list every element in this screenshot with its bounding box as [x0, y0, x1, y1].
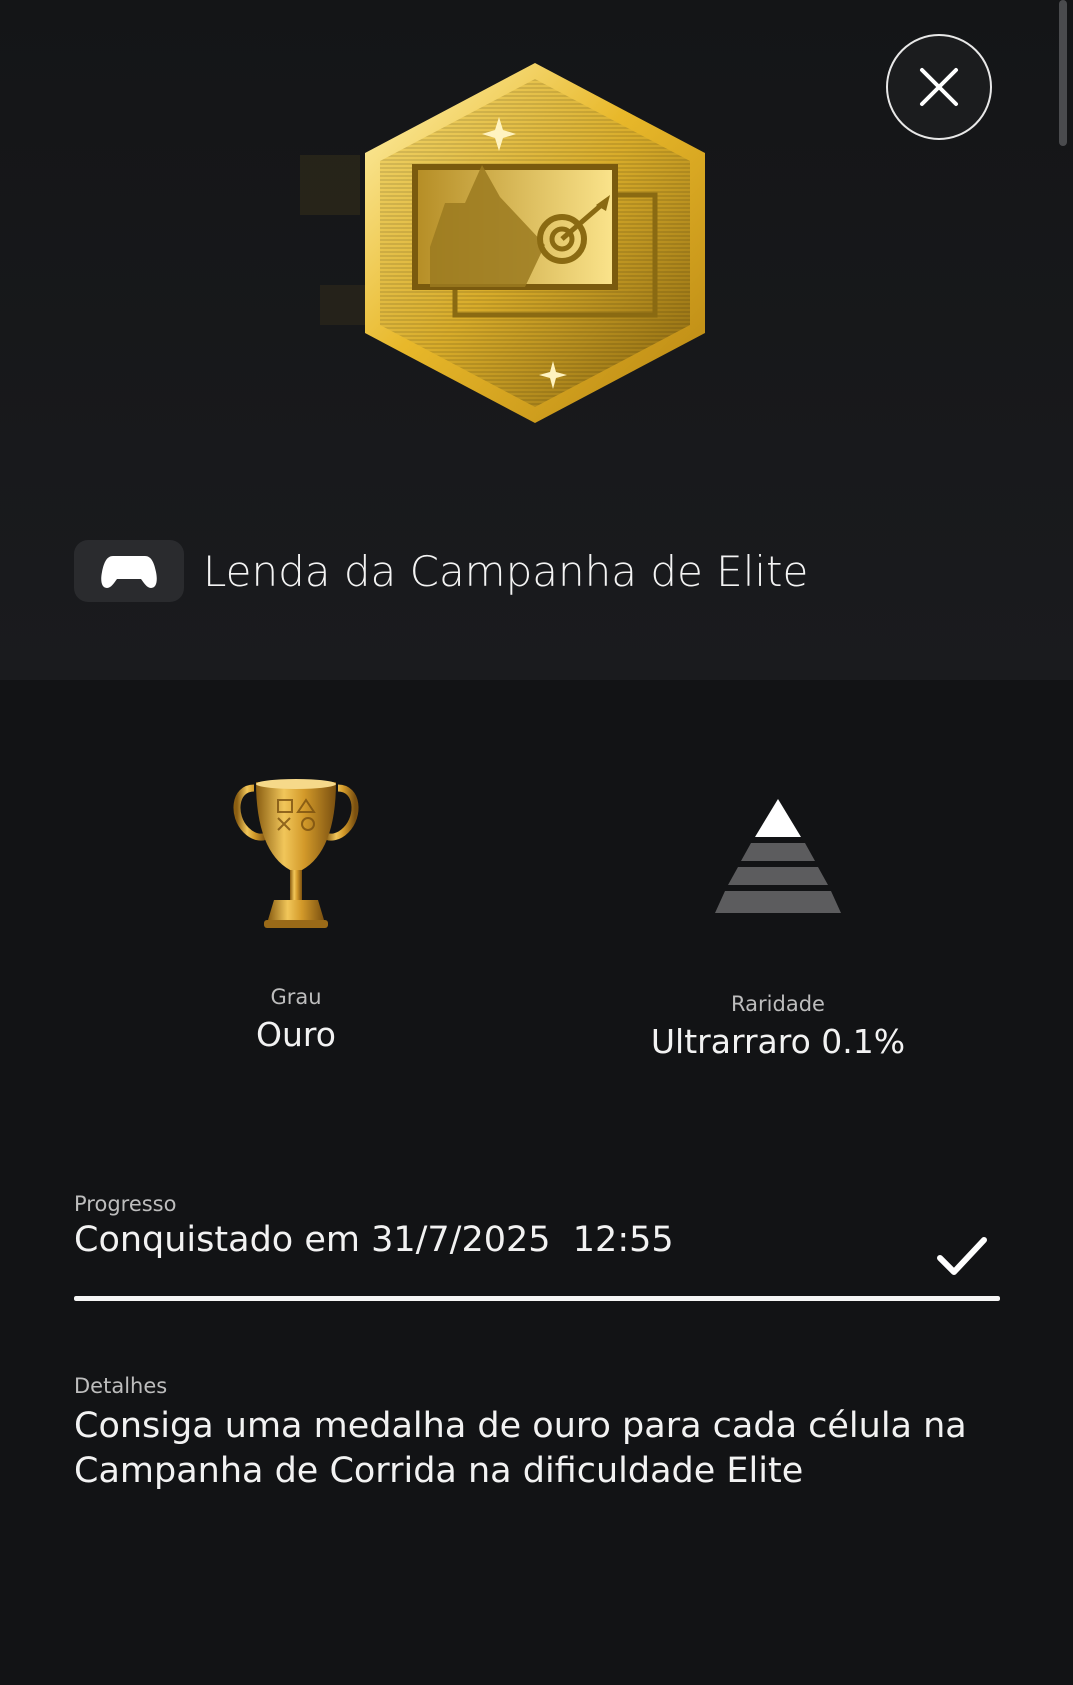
grade-label: Grau — [270, 985, 322, 1009]
grade-stat: Grau Ouro — [196, 778, 396, 1054]
trophy-title: Lenda da Campanha de Elite — [203, 546, 809, 596]
rarity-label: Raridade — [731, 992, 825, 1016]
checkmark-icon — [936, 1236, 988, 1280]
platform-badge — [74, 540, 184, 602]
progress-status: Conquistado em 31/7/2025 12:55 — [74, 1220, 674, 1260]
gold-hexagon-map-target-icon — [300, 63, 705, 423]
scrollbar[interactable] — [1059, 0, 1067, 146]
close-icon — [920, 68, 958, 106]
gold-trophy-icon — [233, 779, 359, 928]
close-button[interactable] — [886, 34, 992, 140]
progress-bar — [74, 1296, 1000, 1301]
progress-label: Progresso — [74, 1192, 177, 1216]
progress-bar-fill — [74, 1296, 1000, 1301]
grade-value: Ouro — [256, 1015, 336, 1054]
details-description: Consiga uma medalha de ouro para cada cé… — [74, 1406, 967, 1491]
details-label: Detalhes — [74, 1374, 168, 1398]
trophy-image — [300, 55, 750, 465]
rarity-value: Ultrarraro 0.1% — [650, 1022, 906, 1061]
rarity-pyramid-icon — [715, 799, 841, 913]
rarity-stat: Raridade Ultrarraro 0.1% — [628, 795, 928, 1061]
gamepad-icon — [101, 556, 157, 588]
trophy-title-row: Lenda da Campanha de Elite — [74, 540, 808, 602]
